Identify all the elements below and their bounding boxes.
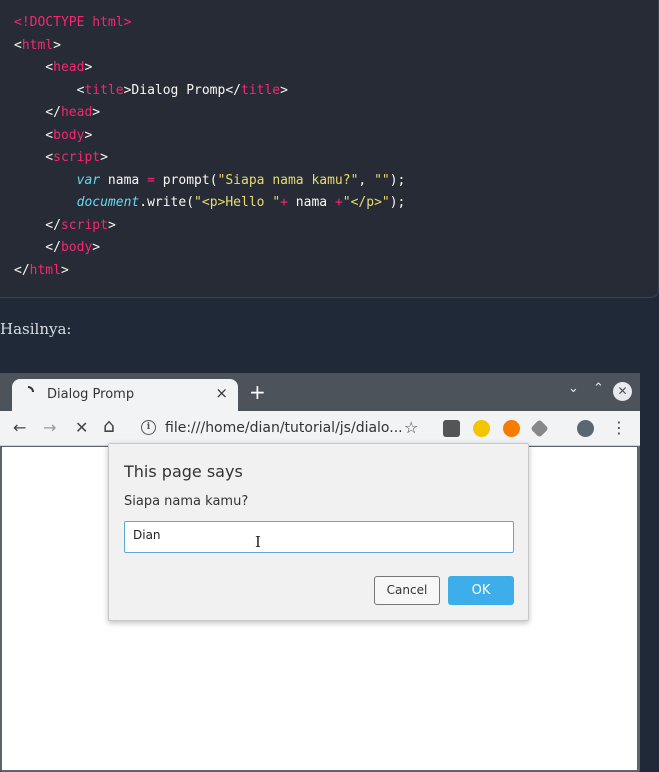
info-icon[interactable]: i [141, 420, 156, 435]
code-token: ); [389, 172, 406, 188]
code-line: </script> [14, 215, 644, 238]
code-token: > [53, 37, 61, 53]
cancel-button[interactable]: Cancel [374, 576, 440, 605]
code-line: <title>Dialog Promp</title> [14, 80, 644, 103]
loading-icon [28, 386, 34, 392]
code-token: "Siapa nama kamu?" [217, 172, 359, 188]
code-token: nama [287, 195, 335, 210]
browser-toolbar: ← → ✕ ⌂ i file:///home/dian/tutorial/js/… [0, 411, 640, 446]
dialog-title: This page says [124, 462, 243, 481]
browser-tab[interactable]: Dialog Promp × [12, 379, 238, 411]
code-token: script [60, 217, 108, 233]
code-token: + [280, 195, 288, 210]
result-label: Hasilnya: [0, 320, 72, 338]
code-token: "" [374, 172, 390, 188]
code-block: <!DOCTYPE html> <html> <head> <title>Dial… [0, 0, 659, 298]
code-token: < [14, 127, 54, 143]
code-token: >Dialog Promp</ [123, 82, 241, 98]
tab-close-icon[interactable]: × [215, 384, 228, 402]
code-token: > [107, 217, 116, 233]
code-token: > [280, 82, 288, 98]
tab-title: Dialog Promp [47, 387, 135, 402]
code-token: > [60, 262, 69, 278]
code-token: nama [100, 172, 148, 188]
code-token: "</p>" [342, 195, 390, 210]
code-token: < [14, 150, 54, 165]
layers-extension-icon[interactable] [530, 419, 549, 438]
code-token: </ [14, 105, 61, 120]
code-token: = [147, 172, 155, 188]
forward-icon[interactable]: → [43, 418, 56, 437]
pocket-icon[interactable] [443, 420, 460, 437]
stop-icon[interactable]: ✕ [75, 418, 88, 437]
profile-avatar[interactable] [577, 420, 594, 437]
code-token: </ [14, 240, 61, 255]
code-token: </ [14, 262, 30, 278]
new-tab-icon[interactable]: + [249, 381, 266, 403]
code-token: < [14, 37, 22, 53]
code-token: var [76, 172, 101, 188]
maximize-icon[interactable]: ⌃ [593, 381, 604, 396]
code-line: <head> [14, 57, 644, 80]
code-token: html [29, 262, 61, 278]
code-token: html [21, 37, 54, 53]
code-token: > [92, 240, 101, 255]
code-token: body [60, 240, 93, 255]
code-token: > [84, 60, 93, 75]
code-line: <body> [14, 125, 644, 148]
prompt-input[interactable]: Dian [124, 521, 514, 553]
code-token: head [60, 105, 93, 120]
browser-titlebar: Dialog Promp × + ⌄ ⌃ ✕ [0, 373, 640, 411]
code-token: <!DOCTYPE html> [14, 15, 132, 30]
code-token: "<p>Hello " [194, 195, 281, 210]
menu-icon[interactable]: ⋮ [611, 418, 627, 437]
prompt-dialog: This page says Siapa nama kamu? Dian Can… [108, 443, 529, 621]
code-line: <script> [14, 147, 644, 170]
code-token: < [14, 60, 54, 75]
url-text: file:///home/dian/tutorial/js/dialo... [165, 420, 403, 436]
code-token: title [241, 82, 281, 98]
code-token: body [53, 127, 85, 143]
extension-icon[interactable] [503, 420, 520, 437]
address-bar[interactable]: i file:///home/dian/tutorial/js/dialo... [131, 415, 429, 442]
code-token: ); [389, 195, 406, 210]
code-token: + [334, 195, 343, 210]
dialog-message: Siapa nama kamu? [124, 494, 249, 509]
code-line: </body> [14, 237, 644, 260]
code-token: > [100, 150, 108, 165]
code-token: script [53, 150, 101, 165]
code-line: <html> [14, 35, 644, 58]
code-token: prompt( [154, 172, 218, 188]
window-close-icon[interactable]: ✕ [613, 382, 632, 401]
code-line: </head> [14, 102, 644, 125]
emoji-extension-icon[interactable] [473, 420, 490, 437]
code-token: title [84, 82, 124, 98]
code-token: > [84, 127, 93, 143]
code-token: .write( [139, 195, 195, 210]
text-cursor-icon: I [255, 533, 261, 551]
home-icon[interactable]: ⌂ [103, 415, 115, 437]
code-token: , [358, 172, 375, 188]
bookmark-star-icon[interactable]: ☆ [404, 418, 418, 437]
code-token: < [14, 82, 85, 98]
code-token: > [92, 105, 101, 120]
minimize-icon[interactable]: ⌄ [568, 381, 579, 396]
code-token: head [53, 60, 85, 75]
code-token: document [76, 195, 140, 210]
back-icon[interactable]: ← [13, 418, 26, 437]
code-line: document.write("<p>Hello "+ nama +"</p>"… [14, 192, 644, 215]
code-line: </html> [14, 260, 644, 283]
code-line: var nama = prompt("Siapa nama kamu?", ""… [14, 170, 644, 193]
ok-button[interactable]: OK [448, 576, 514, 605]
code-line: <!DOCTYPE html> [14, 12, 644, 35]
code-token: </ [14, 217, 61, 233]
